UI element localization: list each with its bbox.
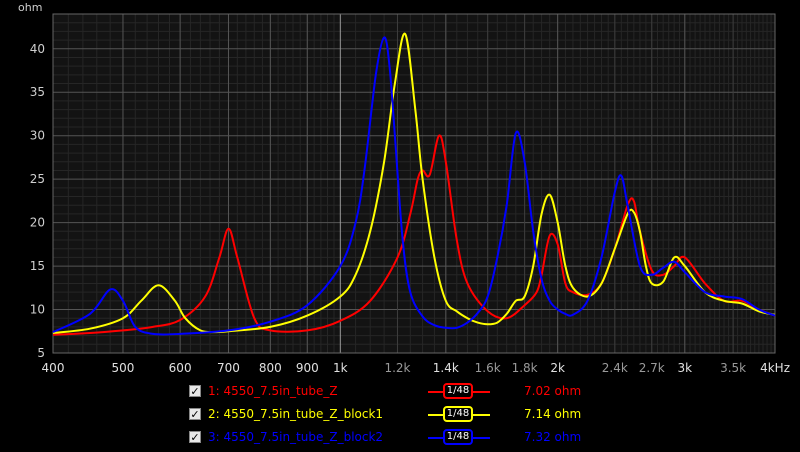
y-tick-label: 15 bbox=[30, 259, 45, 273]
x-tick-label: 1.2k bbox=[384, 361, 410, 375]
series-name: 1: 4550_7.5in_tube_Z bbox=[208, 384, 338, 398]
smoothing-badge[interactable]: 1/48 bbox=[443, 383, 473, 399]
x-tick-label: 1k bbox=[333, 361, 348, 375]
x-tick-label: 2.4k bbox=[602, 361, 628, 375]
x-tick-label: 1.4k bbox=[433, 361, 459, 375]
x-tick-label: 1.8k bbox=[512, 361, 538, 375]
x-tick-label: 500 bbox=[112, 361, 135, 375]
x-tick-label: 700 bbox=[217, 361, 240, 375]
series-name: 2: 4550_7.5in_tube_Z_block1 bbox=[208, 407, 384, 421]
y-axis-label: ohm bbox=[18, 1, 42, 14]
y-tick-label: 10 bbox=[30, 303, 45, 317]
x-tick-label: 2k bbox=[550, 361, 565, 375]
x-tick-label: 3.5k bbox=[720, 361, 746, 375]
smoothing-badge[interactable]: 1/48 bbox=[443, 406, 473, 422]
y-tick-label: 35 bbox=[30, 85, 45, 99]
smoothing-badge[interactable]: 1/48 bbox=[443, 429, 473, 445]
impedance-chart: 400 500 600 700 800 900 1k 1.2k 1.4k 1.6k 1.8k 2k 2.… bbox=[0, 0, 800, 385]
legend-row-1: ✓ 1: 4550_7.5in_tube_Z 1/48 7.02 ohm bbox=[0, 382, 800, 402]
x-tick-label: 4kHz bbox=[760, 361, 790, 375]
y-tick-label: 20 bbox=[30, 216, 45, 230]
x-tick-label: 2.7k bbox=[639, 361, 665, 375]
series-name: 3: 4550_7.5in_tube_Z_block2 bbox=[208, 430, 384, 444]
y-tick-label: 40 bbox=[30, 42, 45, 56]
x-tick-label: 800 bbox=[259, 361, 282, 375]
x-tick-label: 1.6k bbox=[475, 361, 501, 375]
x-tick-label: 400 bbox=[42, 361, 65, 375]
x-tick-label: 3k bbox=[677, 361, 692, 375]
x-tick-label: 900 bbox=[296, 361, 319, 375]
y-tick-label: 25 bbox=[30, 172, 45, 186]
series-visibility-checkbox[interactable]: ✓ bbox=[189, 385, 201, 397]
series-value: 7.14 ohm bbox=[524, 407, 582, 421]
y-tick-label: 30 bbox=[30, 129, 45, 143]
series-value: 7.32 ohm bbox=[524, 430, 582, 444]
y-tick-label: 5 bbox=[37, 346, 45, 360]
series-visibility-checkbox[interactable]: ✓ bbox=[189, 408, 201, 420]
series-value: 7.02 ohm bbox=[524, 384, 582, 398]
x-tick-label: 600 bbox=[169, 361, 192, 375]
legend-row-3: ✓ 3: 4550_7.5in_tube_Z_block2 1/48 7.32 ohm bbox=[0, 428, 800, 448]
series-visibility-checkbox[interactable]: ✓ bbox=[189, 431, 201, 443]
legend-row-2: ✓ 2: 4550_7.5in_tube_Z_block1 1/48 7.14 ohm bbox=[0, 405, 800, 425]
